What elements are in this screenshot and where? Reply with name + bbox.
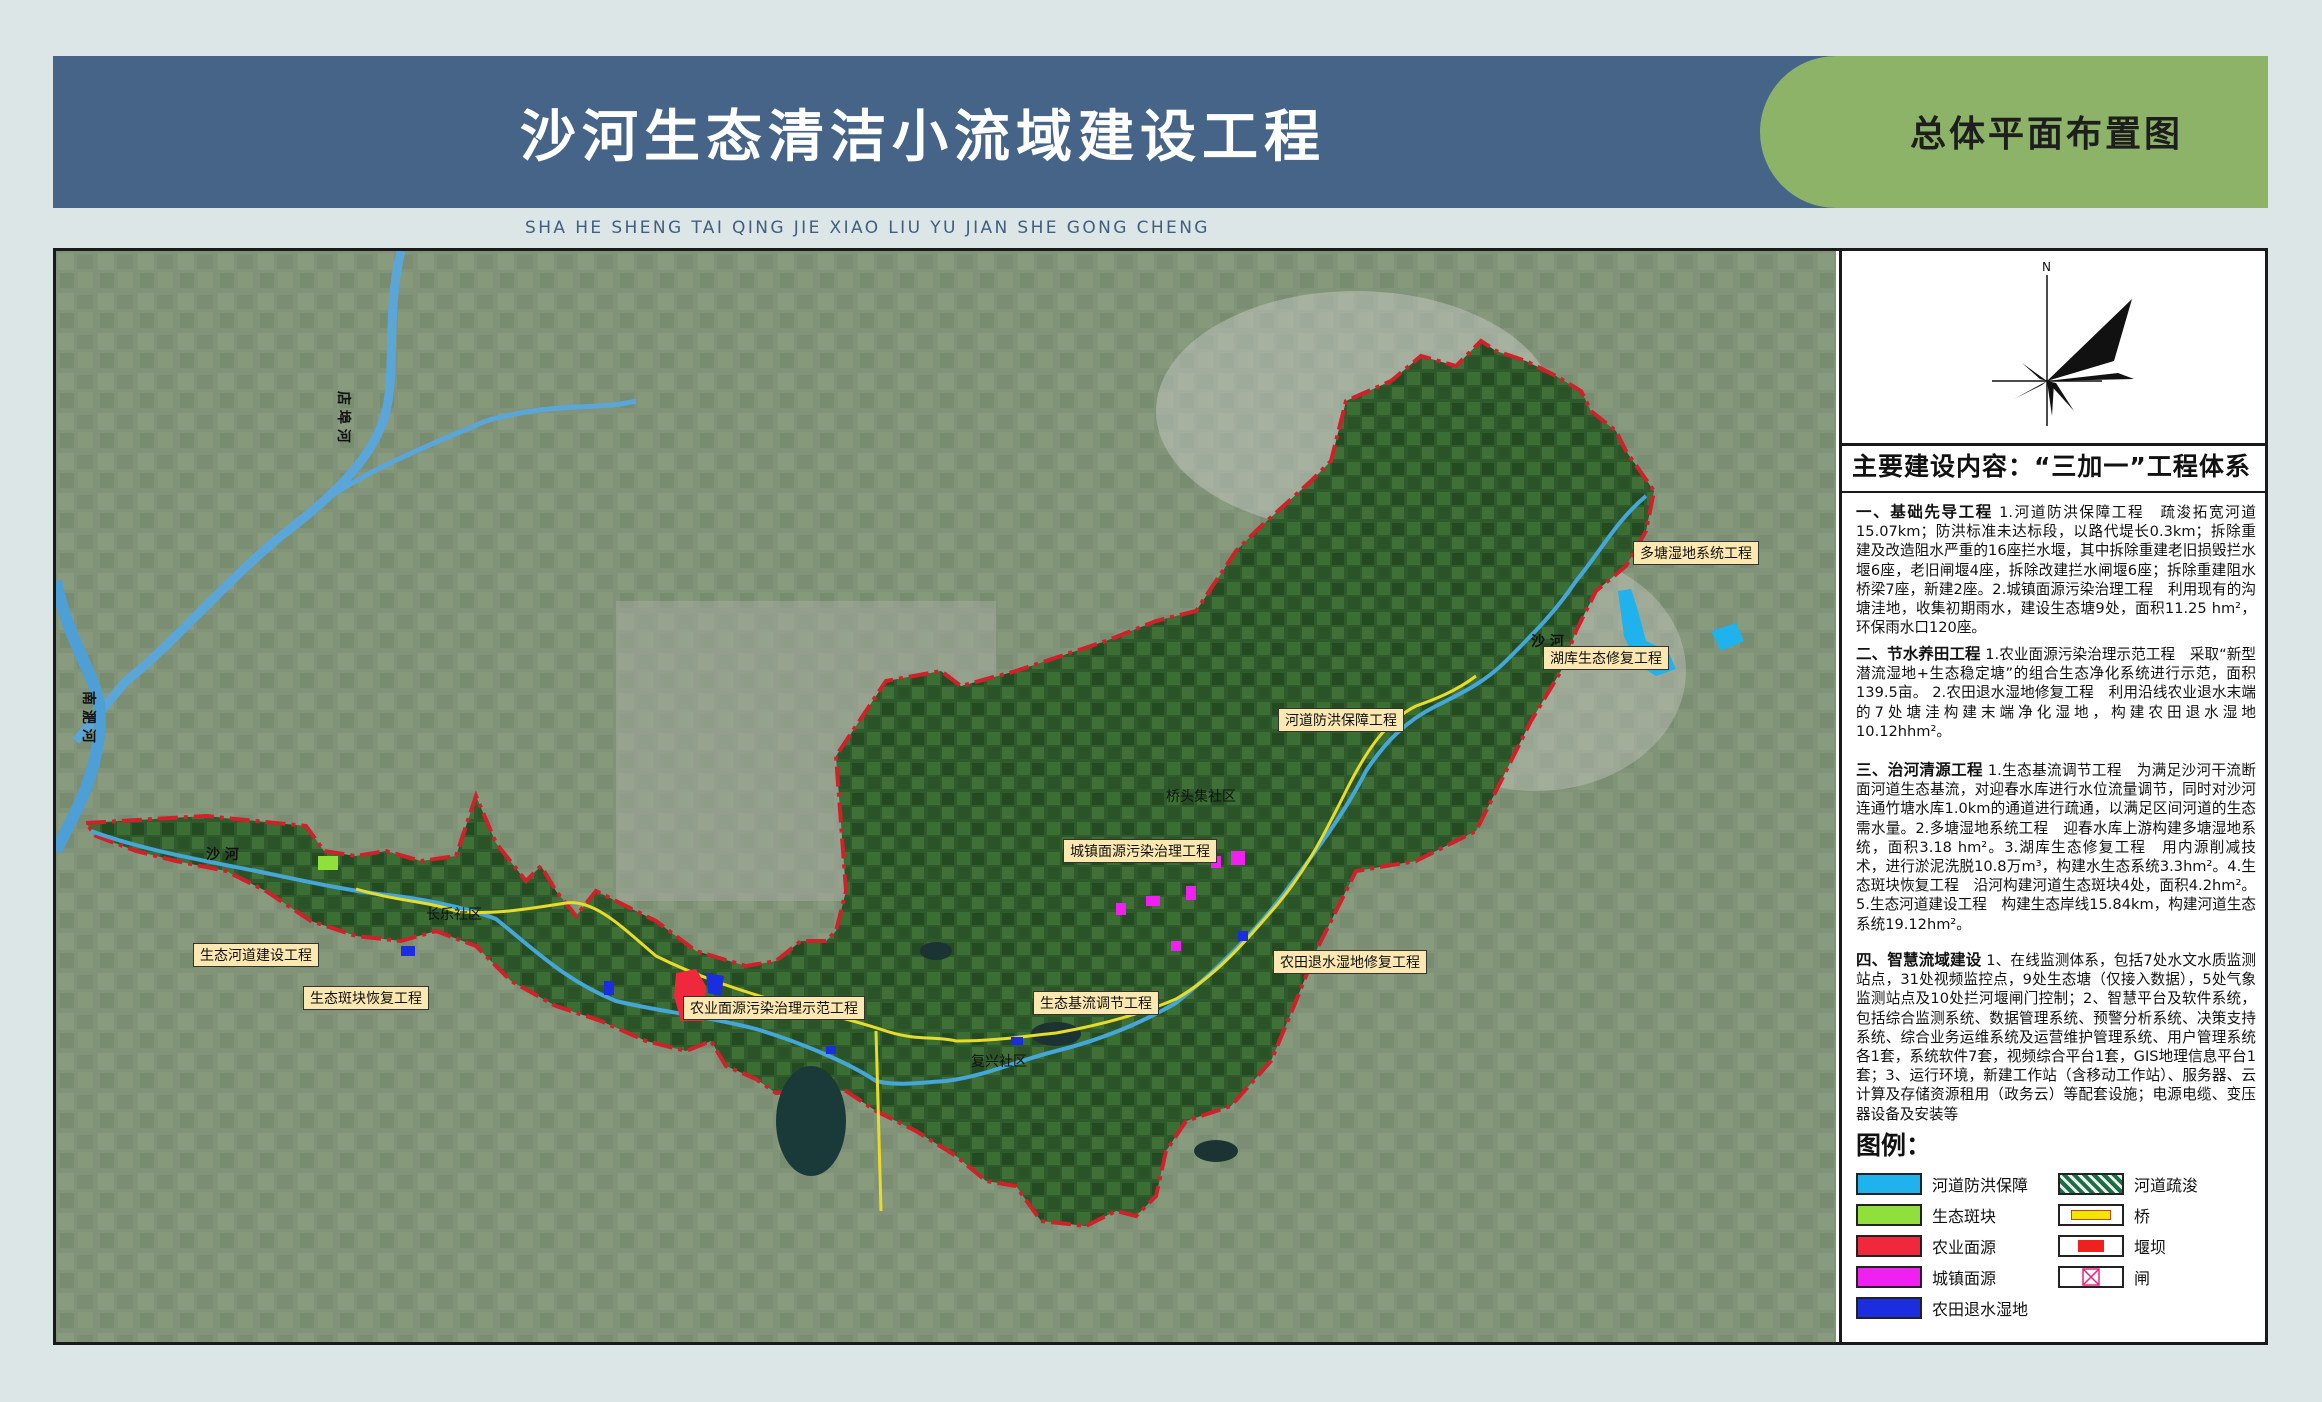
legend-label-dredge: 河道疏浚: [2134, 1176, 2199, 1195]
bridge-icon: [2071, 1210, 2111, 1220]
project-label-eco-patch: 生态斑块恢复工程: [303, 986, 429, 1010]
legend-label-dam: 堰坝: [2134, 1238, 2167, 1257]
compass-icon: N: [1992, 260, 2134, 426]
pond-2: [1194, 1140, 1238, 1162]
eco-patch-1: [318, 856, 338, 870]
legend-swatch-farm-wetland: [1856, 1297, 1922, 1319]
legend-label-farm-wetland: 农田退水湿地: [1932, 1300, 2029, 1319]
river-label-dianbu: 店 埠 河: [335, 391, 352, 443]
place-label-qiaotouji: 桥头集社区: [1166, 788, 1236, 805]
farm-wetland-5: [1011, 1037, 1023, 1045]
project-label-flood: 河道防洪保障工程: [1278, 708, 1404, 732]
legend-item-gate: 闸: [2058, 1264, 2150, 1290]
legend-item-farm-wetland: 农田退水湿地: [1856, 1295, 2028, 1321]
legend-swatch-urban: [1856, 1266, 1922, 1288]
legend-label-bridge: 桥: [2134, 1207, 2151, 1226]
section-2-title: 二、节水养田工程: [1856, 645, 1981, 663]
section-4-title: 四、智慧流域建设: [1856, 951, 1982, 969]
project-label-huku: 湖库生态修复工程: [1543, 646, 1669, 670]
gate-icon: [2082, 1268, 2100, 1286]
legend-item-urban: 城镇面源: [1856, 1264, 1996, 1290]
satellite-map[interactable]: 沙 河 沙 河 店 埠 河 南 淝 河 长乐社区 桥头集社区 复兴社区 多塘湿地…: [56, 251, 1836, 1342]
urban-source-2: [1186, 886, 1196, 900]
project-label-farm-wetland: 农田退水湿地修复工程: [1273, 950, 1427, 974]
project-label-eco-flow: 生态基流调节工程: [1033, 991, 1159, 1015]
project-label-duotang: 多塘湿地系统工程: [1633, 541, 1759, 565]
legend-swatch-flood: [1856, 1173, 1922, 1195]
info-panel: N 主要建设内容：“三加一”工程体系 一、基础先导工程 1.河道防洪保障工程 疏…: [1839, 251, 2265, 1342]
lake-fuxing: [776, 1066, 846, 1176]
compass-north-label: N: [2042, 260, 2051, 274]
legend-item-agri: 农业面源: [1856, 1233, 1996, 1259]
farm-wetland-4: [826, 1046, 836, 1054]
legend-swatch-dam: [2058, 1235, 2124, 1257]
section-3: 三、治河清源工程 1.生态基流调节工程 为满足沙河干流断面河道生态基流，对迎春水…: [1856, 761, 2256, 934]
urban-source-1: [1146, 896, 1160, 906]
river-label-sha-west: 沙 河: [206, 846, 239, 863]
legend-item-flood: 河道防洪保障: [1856, 1171, 2028, 1197]
section-1-text: 1.河道防洪保障工程 疏浚拓宽河道15.07km；防洪标准未达标段，以路代堤长0…: [1856, 504, 2256, 637]
content-divider: [1842, 491, 2265, 493]
urban-source-5: [1171, 941, 1181, 951]
urban-source-3: [1231, 851, 1245, 865]
legend-swatch-agri: [1856, 1235, 1922, 1257]
section-2: 二、节水养田工程 1.农业面源污染治理示范工程 采取“新型潜流湿地+生态稳定塘”…: [1856, 645, 2256, 741]
river-label-nanfei: 南 淝 河: [80, 691, 97, 743]
section-1: 一、基础先导工程 1.河道防洪保障工程 疏浚拓宽河道15.07km；防洪标准未达…: [1856, 503, 2256, 637]
legend-item-dam: 堰坝: [2058, 1233, 2166, 1259]
farm-wetland-3: [604, 981, 614, 995]
legend-label-flood: 河道防洪保障: [1932, 1176, 2029, 1195]
legend-label-gate: 闸: [2134, 1269, 2151, 1288]
project-label-urban: 城镇面源污染治理工程: [1063, 839, 1217, 863]
legend-label-eco-patch: 生态斑块: [1932, 1207, 1997, 1226]
dam-icon: [2078, 1240, 2104, 1252]
badge-text: 总体平面布置图: [1910, 114, 2184, 155]
legend-swatch-eco-patch: [1856, 1204, 1922, 1226]
legend-swatch-dredge: [2058, 1173, 2124, 1195]
place-label-fuxing: 复兴社区: [971, 1053, 1027, 1070]
project-label-agri: 农业面源污染治理示范工程: [683, 996, 865, 1020]
legend-swatch-gate: [2058, 1266, 2124, 1288]
section-4: 四、智慧流域建设 1、在线监测体系，包括7处水文水质监测站点，31处视频监控点，…: [1856, 951, 2256, 1124]
legend-item-bridge: 桥: [2058, 1202, 2150, 1228]
legend-item-eco-patch: 生态斑块: [1856, 1202, 1996, 1228]
legend-label-urban: 城镇面源: [1932, 1269, 1997, 1288]
urban-source-6: [1116, 903, 1126, 915]
page-title: 沙河生态清洁小流域建设工程: [520, 105, 1326, 170]
legend-label-agri: 农业面源: [1932, 1238, 1997, 1257]
project-label-eco-river: 生态河道建设工程: [193, 943, 319, 967]
section-4-text: 1、在线监测体系，包括7处水文水质监测站点，31处视频监控点，9处生态塘（仅接入…: [1856, 952, 2256, 1123]
place-label-changle: 长乐社区: [426, 907, 482, 923]
pond-3: [920, 942, 952, 960]
legend-item-dredge: 河道疏浚: [2058, 1171, 2198, 1197]
legend-title: 图例：: [1856, 1131, 1932, 1160]
farm-wetland-1: [1238, 931, 1248, 941]
content-heading: 主要建设内容：“三加一”工程体系: [1852, 452, 2251, 481]
legend-swatch-bridge: [2058, 1204, 2124, 1226]
section-3-text: 1.生态基流调节工程 为满足沙河干流断面河道生态基流，对迎春水库进行水位流量调节…: [1856, 762, 2256, 933]
compass-box: N: [1842, 251, 2265, 446]
section-1-title: 一、基础先导工程: [1856, 503, 1993, 521]
section-3-title: 三、治河清源工程: [1856, 761, 1983, 779]
title-pinyin: SHA HE SHENG TAI QING JIE XIAO LIU YU JI…: [525, 218, 1210, 238]
agri-wetland: [706, 973, 724, 996]
eco-patch-2: [401, 946, 415, 956]
